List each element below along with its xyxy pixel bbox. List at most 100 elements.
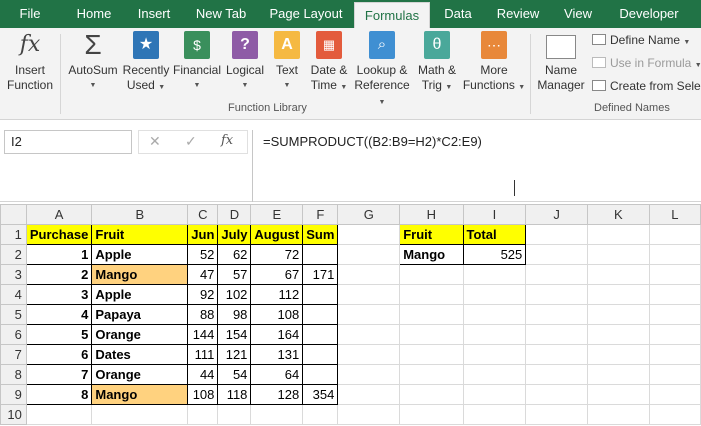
cell-e2[interactable]: 72 — [250, 244, 304, 265]
formula-input[interactable]: =SUMPRODUCT((B2:B9=H2)*C2:E9) — [252, 130, 701, 202]
row-header[interactable]: 3 — [0, 264, 27, 285]
cell-c2[interactable]: 52 — [187, 244, 219, 265]
enter-icon[interactable]: ✓ — [185, 133, 197, 150]
cell-h1[interactable]: Fruit — [399, 224, 464, 245]
cell-f6[interactable] — [302, 324, 339, 345]
cell-j6[interactable] — [525, 324, 588, 345]
column-header-b[interactable]: B — [91, 204, 189, 225]
cell-c4[interactable]: 92 — [187, 284, 219, 305]
cell-d9[interactable]: 118 — [217, 384, 252, 405]
cell-k7[interactable] — [586, 344, 650, 365]
column-header-h[interactable]: H — [399, 204, 464, 225]
row-header[interactable]: 7 — [0, 344, 27, 365]
cell-f3[interactable]: 171 — [302, 264, 339, 285]
cell-b4[interactable]: Apple — [91, 284, 189, 305]
cell-b7[interactable]: Dates — [91, 344, 189, 365]
cell-j8[interactable] — [525, 364, 588, 385]
cell-g7[interactable] — [337, 344, 401, 365]
cell-l8[interactable] — [648, 364, 701, 385]
cell-g3[interactable] — [337, 264, 401, 285]
row-header[interactable]: 5 — [0, 304, 27, 325]
cell-k6[interactable] — [586, 324, 650, 345]
cell-i3[interactable] — [462, 264, 527, 285]
column-header-i[interactable]: I — [462, 204, 527, 225]
cell-l9[interactable] — [648, 384, 701, 405]
cell-b6[interactable]: Orange — [91, 324, 189, 345]
insert-function-button[interactable]: fx Insert Function — [4, 31, 56, 93]
column-header-f[interactable]: F — [302, 204, 339, 225]
cell-k5[interactable] — [586, 304, 650, 325]
cell-d4[interactable]: 102 — [217, 284, 252, 305]
cell-d3[interactable]: 57 — [217, 264, 252, 285]
cell-h4[interactable] — [399, 284, 464, 305]
cell-g5[interactable] — [337, 304, 401, 325]
text-button[interactable]: A Text ▼ — [270, 31, 304, 93]
lookup-reference-button[interactable]: ⌕ Lookup & Reference ▼ — [352, 31, 412, 110]
cell-b2[interactable]: Apple — [91, 244, 189, 265]
cell-i7[interactable] — [462, 344, 527, 365]
cell-b9[interactable]: Mango — [91, 384, 189, 405]
cell-j2[interactable] — [525, 244, 588, 265]
cell-a6[interactable]: 5 — [25, 324, 93, 345]
cell-f1[interactable]: Sum — [302, 224, 339, 245]
cell-h8[interactable] — [399, 364, 464, 385]
cell-a10[interactable] — [25, 404, 93, 425]
tab-home[interactable]: Home — [66, 0, 122, 28]
create-from-selection-button[interactable]: Create from Selection — [592, 76, 701, 96]
cell-e10[interactable] — [250, 404, 304, 425]
tab-page-layout[interactable]: Page Layout — [262, 0, 350, 28]
cell-f4[interactable] — [302, 284, 339, 305]
cell-f5[interactable] — [302, 304, 339, 325]
row-header[interactable]: 1 — [0, 224, 27, 245]
tab-insert[interactable]: Insert — [128, 0, 180, 28]
cell-d6[interactable]: 154 — [217, 324, 252, 345]
tab-formulas[interactable]: Formulas — [354, 2, 430, 28]
cell-e1[interactable]: August — [250, 224, 304, 245]
select-all-corner[interactable] — [0, 204, 27, 225]
cell-i8[interactable] — [462, 364, 527, 385]
use-in-formula-button[interactable]: Use in Formula ▼ — [592, 53, 701, 73]
cell-h10[interactable] — [399, 404, 464, 425]
cell-l7[interactable] — [648, 344, 701, 365]
insert-function-icon[interactable]: fx — [221, 133, 233, 148]
cell-g10[interactable] — [337, 404, 401, 425]
cell-f10[interactable] — [302, 404, 339, 425]
cell-c1[interactable]: Jun — [187, 224, 219, 245]
column-header-k[interactable]: K — [586, 204, 650, 225]
cell-l10[interactable] — [648, 404, 701, 425]
cell-h7[interactable] — [399, 344, 464, 365]
recently-used-button[interactable]: ★ Recently Used ▼ — [120, 31, 172, 95]
cell-f2[interactable] — [302, 244, 339, 265]
cell-g9[interactable] — [337, 384, 401, 405]
cell-d10[interactable] — [217, 404, 252, 425]
cell-c7[interactable]: 111 — [187, 344, 219, 365]
cell-h9[interactable] — [399, 384, 464, 405]
column-header-l[interactable]: L — [648, 204, 701, 225]
cell-l4[interactable] — [648, 284, 701, 305]
cell-l1[interactable] — [648, 224, 701, 245]
cell-e7[interactable]: 131 — [250, 344, 304, 365]
cancel-icon[interactable]: ✕ — [149, 133, 161, 150]
cell-e5[interactable]: 108 — [250, 304, 304, 325]
cell-b5[interactable]: Papaya — [91, 304, 189, 325]
tab-review[interactable]: Review — [490, 0, 546, 28]
cell-d7[interactable]: 121 — [217, 344, 252, 365]
autosum-button[interactable]: Σ AutoSum ▼ — [64, 31, 122, 93]
row-header[interactable]: 8 — [0, 364, 27, 385]
column-header-e[interactable]: E — [250, 204, 304, 225]
cell-a7[interactable]: 6 — [25, 344, 93, 365]
cell-e8[interactable]: 64 — [250, 364, 304, 385]
tab-developer[interactable]: Developer — [610, 0, 688, 28]
cell-g6[interactable] — [337, 324, 401, 345]
cell-k3[interactable] — [586, 264, 650, 285]
cell-h2[interactable]: Mango — [399, 244, 464, 265]
cell-c9[interactable]: 108 — [187, 384, 219, 405]
cell-a9[interactable]: 8 — [25, 384, 93, 405]
cell-i6[interactable] — [462, 324, 527, 345]
tab-data[interactable]: Data — [436, 0, 480, 28]
cell-i9[interactable] — [462, 384, 527, 405]
cell-e9[interactable]: 128 — [250, 384, 304, 405]
cell-d2[interactable]: 62 — [217, 244, 252, 265]
cell-f8[interactable] — [302, 364, 339, 385]
cell-j1[interactable] — [525, 224, 588, 245]
